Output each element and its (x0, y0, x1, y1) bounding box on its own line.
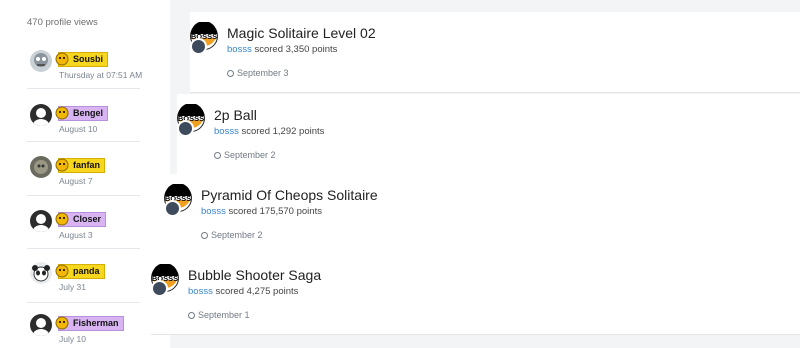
visitor-name: Bengel (73, 108, 104, 118)
divider (27, 195, 140, 196)
gamepad-icon (177, 120, 194, 137)
divider (27, 302, 140, 303)
username-badge[interactable]: fanfan (55, 158, 105, 173)
game-title-link[interactable]: Magic Solitaire Level 02 (227, 25, 376, 41)
date-text: September 1 (198, 310, 250, 320)
activity-card: BOSSS Magic Solitaire Level 02 bosss sco… (190, 12, 800, 93)
visit-date: July 31 (59, 282, 86, 292)
activity-date: September 2 (201, 230, 263, 240)
user-link[interactable]: bosss (188, 286, 213, 297)
date-text: September 2 (211, 230, 263, 240)
activity-feed: BOSSS Magic Solitaire Level 02 bosss sco… (147, 0, 800, 348)
activity-date: September 2 (214, 150, 276, 160)
score-line: bosss scored 175,570 points (201, 206, 322, 217)
points-value: 4,275 points (246, 286, 299, 297)
scored-label: scored (228, 206, 257, 217)
visitor-name: panda (73, 266, 100, 276)
avatar[interactable] (30, 104, 52, 126)
game-title-link[interactable]: Bubble Shooter Saga (188, 267, 321, 283)
activity-date: September 1 (188, 310, 250, 320)
gamepad-icon (164, 200, 181, 217)
visit-date: August 10 (59, 124, 98, 134)
user-link[interactable]: bosss (227, 44, 252, 55)
visit-date: July 10 (59, 334, 86, 344)
score-line: bosss scored 4,275 points (188, 286, 298, 297)
activity-card: BOSSS Bubble Shooter Saga bosss scored 4… (151, 254, 800, 335)
divider (27, 141, 140, 142)
rank-medal-icon (55, 106, 69, 120)
username-badge[interactable]: panda (55, 264, 105, 279)
username-badge[interactable]: Sousbi (55, 52, 109, 67)
points-value: 175,570 points (259, 206, 322, 217)
date-text: September 3 (237, 68, 289, 78)
visit-date: August 3 (59, 230, 93, 240)
clock-icon (214, 152, 221, 159)
profile-visitors-panel: 470 profile views Sousbi Thursday at 07:… (0, 0, 170, 348)
rank-medal-icon (55, 52, 69, 66)
score-line: bosss scored 1,292 points (214, 126, 324, 137)
username-badge[interactable]: Fisherman (55, 316, 124, 331)
visitor-name: Fisherman (73, 318, 119, 328)
game-title-link[interactable]: Pyramid Of Cheops Solitaire (201, 187, 378, 203)
avatar[interactable] (30, 210, 52, 232)
username-badge[interactable]: Closer (55, 212, 107, 227)
user-link[interactable]: bosss (214, 126, 239, 137)
gamepad-icon (151, 280, 168, 297)
clock-icon (201, 232, 208, 239)
clock-icon (188, 312, 195, 319)
avatar[interactable] (30, 156, 52, 178)
rank-medal-icon (55, 158, 69, 172)
activity-date: September 3 (227, 68, 289, 78)
date-text: September 2 (224, 150, 276, 160)
score-line: bosss scored 3,350 points (227, 44, 337, 55)
points-value: 1,292 points (272, 126, 325, 137)
clock-icon (227, 70, 234, 77)
activity-card: BOSSS Pyramid Of Cheops Solitaire bosss … (164, 174, 800, 255)
gamepad-icon (190, 38, 207, 55)
rank-medal-icon (55, 212, 69, 226)
divider (27, 248, 140, 249)
user-link[interactable]: bosss (201, 206, 226, 217)
scored-label: scored (241, 126, 270, 137)
avatar[interactable] (30, 314, 52, 336)
visit-date: August 7 (59, 176, 93, 186)
visitor-name: Closer (73, 214, 102, 224)
scored-label: scored (254, 44, 283, 55)
points-value: 3,350 points (285, 44, 338, 55)
rank-medal-icon (55, 264, 69, 278)
avatar[interactable] (30, 50, 52, 72)
game-title-link[interactable]: 2p Ball (214, 107, 257, 123)
visit-date: Thursday at 07:51 AM (59, 70, 143, 80)
rank-medal-icon (55, 316, 69, 330)
divider (27, 88, 140, 89)
username-badge[interactable]: Bengel (55, 106, 109, 121)
visitor-name: Sousbi (73, 54, 104, 64)
visitor-name: fanfan (73, 160, 100, 170)
profile-views-count: 470 profile views (27, 17, 98, 28)
avatar[interactable] (30, 262, 52, 284)
scored-label: scored (215, 286, 244, 297)
activity-card: BOSSS 2p Ball bosss scored 1,292 points … (177, 94, 800, 175)
